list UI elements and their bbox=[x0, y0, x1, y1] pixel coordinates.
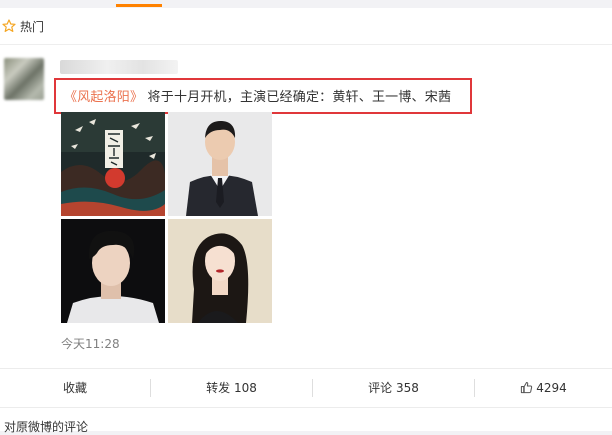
hot-section-header: 热门 bbox=[0, 8, 612, 45]
highlight-annotation-box bbox=[54, 78, 472, 114]
actor-photo-1[interactable] bbox=[168, 112, 272, 216]
collect-label: 收藏 bbox=[62, 381, 87, 395]
repost-label: 转发 108 bbox=[206, 381, 257, 395]
like-count: 4294 bbox=[536, 381, 567, 395]
poster-photo[interactable] bbox=[61, 112, 165, 216]
comment-button[interactable]: 评论 358 bbox=[313, 369, 474, 407]
star-outline-icon bbox=[2, 19, 16, 32]
avatar[interactable] bbox=[4, 58, 44, 100]
post-action-bar: 收藏 转发 108 评论 358 4294 bbox=[0, 368, 612, 408]
comment-label: 评论 358 bbox=[368, 381, 419, 395]
thumbs-up-icon bbox=[521, 381, 533, 394]
username-blurred[interactable] bbox=[60, 60, 178, 74]
active-tab-indicator bbox=[116, 4, 162, 7]
actress-photo[interactable] bbox=[168, 219, 272, 323]
collect-button[interactable]: 收藏 bbox=[0, 369, 150, 407]
like-button[interactable]: 4294 bbox=[475, 369, 612, 407]
repost-button[interactable]: 转发 108 bbox=[151, 369, 312, 407]
post-timestamp: 今天11:28 bbox=[61, 337, 120, 351]
actor-photo-2[interactable] bbox=[61, 219, 165, 323]
section-title: 热门 bbox=[20, 20, 45, 34]
top-nav-bar bbox=[0, 0, 612, 8]
comments-header: 对原微博的评论 bbox=[4, 420, 89, 434]
